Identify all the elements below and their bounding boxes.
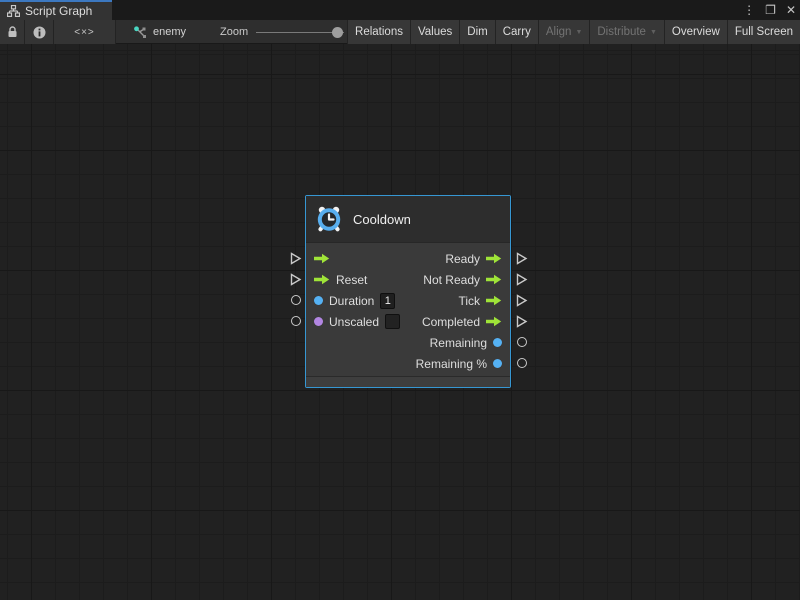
bool-port-icon: [314, 317, 323, 326]
flow-arrow-icon: [486, 295, 502, 306]
value-port-icon: [314, 296, 323, 305]
value-port-hint-left[interactable]: [291, 316, 301, 326]
flow-port-hint-left[interactable]: [290, 252, 302, 265]
port-tick[interactable]: Tick: [458, 294, 510, 308]
tab-label: Script Graph: [25, 4, 92, 18]
maximize-icon[interactable]: ❐: [765, 0, 776, 20]
cooldown-node[interactable]: Cooldown Ready Re: [305, 195, 511, 388]
value-port-hint-left[interactable]: [291, 295, 301, 305]
info-icon: [33, 26, 46, 39]
values-button[interactable]: Values: [410, 20, 459, 44]
flow-arrow-icon: [486, 316, 502, 327]
zoom-slider-knob[interactable]: [332, 27, 343, 38]
value-port-hint-right[interactable]: [517, 358, 527, 368]
align-dropdown: Align ▼: [538, 20, 590, 44]
chevron-down-icon: ▼: [650, 29, 657, 36]
window-titlebar: Script Graph ⋮ ❐ ✕: [0, 0, 800, 20]
port-ready[interactable]: Ready: [445, 252, 510, 266]
lock-icon: [7, 26, 18, 38]
chevron-down-icon: ▼: [575, 29, 582, 36]
carry-button[interactable]: Carry: [495, 20, 538, 44]
flow-port-hint-right[interactable]: [516, 273, 528, 286]
node-ports: Ready Reset Not Ready: [306, 243, 510, 374]
flow-arrow-icon: [314, 274, 330, 285]
zoom-label: Zoom: [220, 26, 248, 38]
port-remaining[interactable]: Remaining: [430, 336, 510, 350]
script-graph-asset-icon: [133, 26, 147, 39]
port-row: Ready: [306, 248, 510, 269]
port-row: Duration 1 Tick: [306, 290, 510, 311]
relations-button[interactable]: Relations: [347, 20, 410, 44]
flow-arrow-icon: [486, 253, 502, 264]
breadcrumb[interactable]: enemy: [133, 20, 186, 44]
tab-script-graph[interactable]: Script Graph: [0, 0, 112, 20]
alarm-clock-icon: [315, 205, 343, 233]
flow-port-hint-right[interactable]: [516, 315, 528, 328]
code-view-button[interactable]: <×>: [54, 20, 116, 44]
value-port-hint-right[interactable]: [517, 337, 527, 347]
flow-port-hint-right[interactable]: [516, 294, 528, 307]
zoom-slider[interactable]: [256, 27, 344, 38]
node-footer: [306, 376, 510, 387]
port-row: Remaining %: [306, 353, 510, 374]
value-port-icon: [493, 338, 502, 347]
code-icon: <×>: [74, 27, 95, 38]
flow-port-hint-left[interactable]: [290, 273, 302, 286]
close-icon[interactable]: ✕: [786, 0, 796, 20]
unscaled-checkbox[interactable]: [385, 314, 400, 329]
graph-hierarchy-icon: [7, 5, 20, 17]
port-unscaled[interactable]: Unscaled: [306, 314, 400, 329]
zoom-slider-track: [256, 32, 344, 33]
info-button[interactable]: [25, 20, 54, 44]
duration-value-field[interactable]: 1: [380, 293, 395, 309]
port-row: Unscaled Completed: [306, 311, 510, 332]
port-row: Reset Not Ready: [306, 269, 510, 290]
full-screen-button[interactable]: Full Screen: [727, 20, 800, 44]
flow-port-hint-right[interactable]: [516, 252, 528, 265]
window-menu-icon[interactable]: ⋮: [743, 0, 755, 20]
port-duration[interactable]: Duration 1: [306, 293, 395, 309]
port-row: Remaining: [306, 332, 510, 353]
overview-button[interactable]: Overview: [664, 20, 727, 44]
graph-toolbar: <×> enemy Zoom 1x Relations Values Dim: [0, 20, 800, 44]
port-reset[interactable]: Reset: [306, 273, 367, 287]
graph-canvas[interactable]: Cooldown Ready Re: [0, 44, 800, 600]
port-remaining-percent[interactable]: Remaining %: [416, 357, 510, 371]
distribute-dropdown: Distribute ▼: [589, 20, 664, 44]
flow-arrow-icon: [486, 274, 502, 285]
port-completed[interactable]: Completed: [422, 315, 510, 329]
toolbar-button-group: Relations Values Dim Carry Align ▼ Distr…: [347, 20, 800, 44]
dim-button[interactable]: Dim: [459, 20, 494, 44]
value-port-icon: [493, 359, 502, 368]
cooldown-node-header[interactable]: Cooldown: [306, 196, 510, 243]
flow-arrow-icon: [314, 253, 330, 264]
breadcrumb-label: enemy: [153, 26, 186, 38]
port-not-ready[interactable]: Not Ready: [423, 273, 510, 287]
port-flow-enter[interactable]: [306, 253, 330, 264]
lock-button[interactable]: [0, 20, 25, 44]
node-title: Cooldown: [353, 212, 411, 227]
